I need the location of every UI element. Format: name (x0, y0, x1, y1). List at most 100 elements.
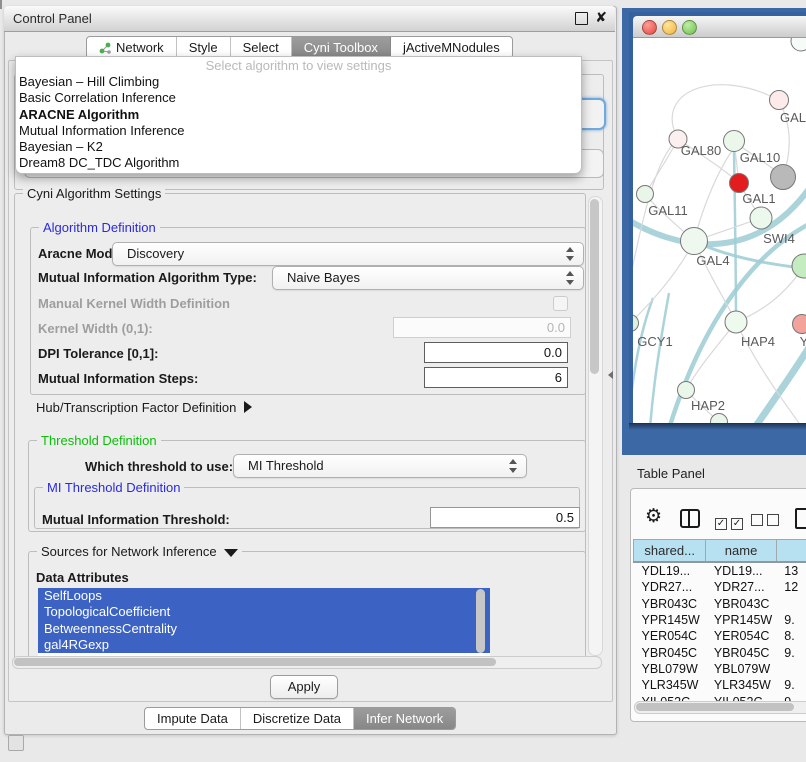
sources-legend[interactable]: Sources for Network Inference (37, 544, 242, 559)
collapsed-arrow-icon (244, 401, 252, 413)
network-graph: GALGAL80GAL10GAL1GAL11SWI4GAL4GCY1HAP4YH… (633, 38, 806, 423)
table-hscroll-track[interactable] (634, 701, 806, 714)
mi-threshold-input[interactable] (430, 507, 580, 528)
network-node[interactable] (730, 174, 749, 193)
dpi-tolerance-input[interactable] (424, 342, 568, 363)
table-row[interactable]: YLR345WYLR345W9. (634, 677, 806, 693)
network-node[interactable] (633, 315, 639, 332)
close-icon[interactable]: ✘ (595, 10, 607, 25)
node-label: HAP2 (691, 398, 725, 413)
network-node[interactable] (750, 207, 772, 229)
algorithm-option[interactable]: ARACNE Algorithm (16, 107, 581, 123)
minimized-panel-icon[interactable] (8, 735, 24, 751)
control-tab-select[interactable]: Select (231, 37, 292, 58)
mi-steps-input[interactable] (424, 367, 568, 388)
data-attributes-list[interactable]: SelfLoopsTopologicalCoefficientBetweenne… (38, 588, 490, 656)
table-panel: ⚙ ✓✓ shared...name YDL19...YDL19...13YDR… (630, 488, 806, 722)
attribute-list-item[interactable]: BetweennessCentrality (38, 621, 490, 637)
mi-algorithm-type-select[interactable]: Naive Bayes (272, 266, 584, 290)
mode-tab-impute-data[interactable]: Impute Data (145, 708, 241, 729)
control-tab-network[interactable]: Network (87, 37, 177, 58)
mode-tab-discretize-data[interactable]: Discretize Data (241, 708, 354, 729)
settings-vscroll-track[interactable] (588, 196, 603, 656)
splitter-collapse-icon[interactable] (608, 371, 613, 379)
node-label: GAL11 (648, 203, 688, 218)
minimize-traffic-light-icon[interactable] (662, 20, 677, 35)
hub-definition-toggle[interactable]: Hub/Transcription Factor Definition (36, 400, 252, 415)
zoom-traffic-light-icon[interactable] (682, 20, 697, 35)
network-icon (99, 42, 111, 54)
node-label: GAL (780, 110, 806, 125)
network-node[interactable] (711, 414, 728, 424)
algorithm-dropdown-popup: Select algorithm to view settings Bayesi… (15, 56, 582, 174)
table-row[interactable]: YER054CYER054C8. (634, 628, 806, 644)
column-view-icon[interactable] (680, 509, 700, 528)
cyni-settings-legend: Cyni Algorithm Settings (23, 186, 165, 201)
algorithm-option[interactable]: Dream8 DC_TDC Algorithm (16, 155, 581, 171)
column-header[interactable] (776, 540, 806, 563)
manual-kernel-label: Manual Kernel Width Definition (38, 296, 230, 311)
attribute-list-item[interactable]: TopologicalCoefficient (38, 604, 490, 620)
algorithm-option[interactable]: Bayesian – K2 (16, 139, 581, 155)
select-all-checks-icon[interactable]: ✓✓ (715, 513, 747, 531)
network-node[interactable] (681, 228, 708, 255)
application-window: Control Panel ✘ NetworkStyleSelectCyni T… (0, 0, 806, 762)
network-window-titlebar[interactable] (633, 16, 806, 38)
table-row[interactable]: YPR145WYPR145W9. (634, 612, 806, 628)
control-tab-style[interactable]: Style (177, 37, 231, 58)
gear-icon[interactable]: ⚙ (645, 507, 662, 526)
mi-threshold-label: Mutual Information Threshold: (42, 512, 230, 527)
network-edge-highlighted (648, 293, 669, 423)
settings-vscroll-thumb[interactable] (590, 199, 599, 374)
float-window-icon[interactable] (575, 12, 588, 25)
network-node[interactable] (791, 38, 806, 51)
file-icon[interactable] (795, 508, 806, 529)
threshold-definition-legend: Threshold Definition (37, 433, 161, 448)
control-tab-jactivemnodules[interactable]: jActiveMNodules (391, 37, 512, 58)
table-row[interactable]: YBR043CYBR043C (634, 596, 806, 612)
attribute-list-item[interactable]: SelfLoops (38, 588, 490, 604)
settings-hscroll-thumb[interactable] (14, 658, 496, 666)
network-node[interactable] (771, 165, 796, 190)
algorithm-definition-legend: Algorithm Definition (39, 220, 160, 235)
table-row[interactable]: YBL079WYBL079W (634, 661, 806, 677)
deselect-all-checks-icon[interactable] (751, 513, 783, 531)
network-node[interactable] (637, 186, 654, 203)
network-node[interactable] (770, 91, 789, 110)
table-row[interactable]: YBR045CYBR045C9. (634, 644, 806, 660)
network-node[interactable] (792, 254, 806, 278)
settings-hscroll-track[interactable] (12, 656, 602, 669)
aracne-mode-select[interactable]: Discovery (112, 242, 584, 266)
column-header[interactable]: shared... (634, 540, 706, 563)
which-threshold-select[interactable]: MI Threshold (233, 454, 527, 478)
table-hscroll-thumb[interactable] (636, 703, 794, 711)
control-panel-titlebar: Control Panel ✘ (4, 6, 615, 32)
mi-steps-label: Mutual Information Steps: (38, 371, 198, 386)
algorithm-option[interactable]: Mutual Information Inference (16, 123, 581, 139)
network-edge-highlighted (723, 336, 806, 423)
algorithm-option[interactable]: Bayesian – Hill Climbing (16, 74, 581, 90)
network-node[interactable] (724, 131, 745, 152)
table-row[interactable]: YDL19...YDL19...13 (634, 562, 806, 579)
network-node[interactable] (725, 311, 747, 333)
column-header[interactable]: name (706, 540, 776, 563)
network-node[interactable] (793, 315, 806, 334)
combo-arrows-icon (565, 271, 574, 285)
window-shadow (629, 423, 806, 430)
network-edge (645, 139, 678, 194)
table-row[interactable]: YDR27...YDR27...12 (634, 579, 806, 595)
attribute-list-item[interactable]: gal4RGexp (38, 637, 490, 653)
close-traffic-light-icon[interactable] (642, 20, 657, 35)
control-tab-cyni-toolbox[interactable]: Cyni Toolbox (292, 37, 391, 58)
combo-arrows-icon (508, 459, 517, 473)
network-edge (633, 241, 694, 323)
node-label: GAL4 (696, 253, 729, 268)
network-node[interactable] (678, 382, 695, 399)
corner-tick (0, 0, 2, 9)
apply-button[interactable]: Apply (270, 675, 338, 699)
mode-tab-infer-network[interactable]: Infer Network (354, 708, 455, 729)
algorithm-option[interactable]: Basic Correlation Inference (16, 90, 581, 106)
list-scrollbar[interactable] (476, 589, 485, 653)
cyni-mode-tabbar: Impute DataDiscretize DataInfer Network (144, 707, 456, 730)
network-view[interactable]: GALGAL80GAL10GAL1GAL11SWI4GAL4GCY1HAP4YH… (633, 38, 806, 423)
